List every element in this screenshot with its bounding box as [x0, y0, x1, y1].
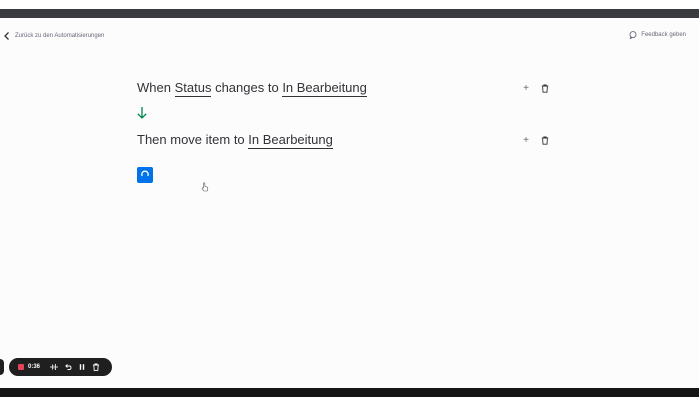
trigger-field-selector[interactable]: Status [174, 80, 212, 97]
back-link-label: Zurück zu den Automatisierungen [15, 33, 105, 39]
browser-top-bar [0, 9, 699, 18]
feedback-button[interactable]: Feedback geben [629, 31, 686, 39]
delete-trigger-button[interactable] [540, 84, 550, 94]
audio-wave-icon[interactable] [50, 363, 58, 371]
trigger-value-selector[interactable]: In Bearbeitung [282, 80, 367, 97]
delete-action-button[interactable] [540, 136, 550, 146]
speech-bubble-icon [629, 31, 637, 39]
trigger-prefix: When [137, 80, 171, 95]
action-value-selector[interactable]: In Bearbeitung [248, 132, 333, 149]
trigger-middle: changes to [215, 80, 279, 95]
screen-recorder-toolbar: 0:36 [9, 358, 112, 376]
undo-icon[interactable] [64, 363, 72, 371]
add-action-button[interactable]: + [521, 136, 531, 146]
pause-icon[interactable] [78, 363, 86, 371]
trash-icon [541, 80, 549, 98]
plus-icon: + [523, 83, 529, 94]
back-to-automations-link[interactable]: Zurück zu den Automatisierungen [3, 31, 104, 41]
add-condition-button[interactable]: + [521, 84, 531, 94]
feedback-label: Feedback geben [641, 32, 686, 38]
hand-cursor-icon [201, 179, 209, 192]
spinner-icon [140, 166, 150, 184]
action-sentence: Then move item to In Bearbeitung [137, 132, 333, 149]
recorder-side-handle[interactable] [0, 359, 4, 375]
trigger-sentence: When Status changes to In Bearbeitung [137, 80, 367, 97]
arrow-down-icon [136, 106, 148, 120]
bottom-bar [0, 388, 699, 397]
top-strip [0, 0, 699, 9]
trash-icon[interactable] [92, 363, 100, 371]
trash-icon [541, 132, 549, 150]
stop-recording-button[interactable] [18, 364, 24, 370]
save-loading-button[interactable] [137, 167, 153, 183]
plus-icon: + [523, 135, 529, 146]
chevron-left-icon [3, 31, 11, 41]
recording-timer: 0:36 [28, 364, 41, 370]
action-prefix: Then move item to [137, 132, 245, 147]
